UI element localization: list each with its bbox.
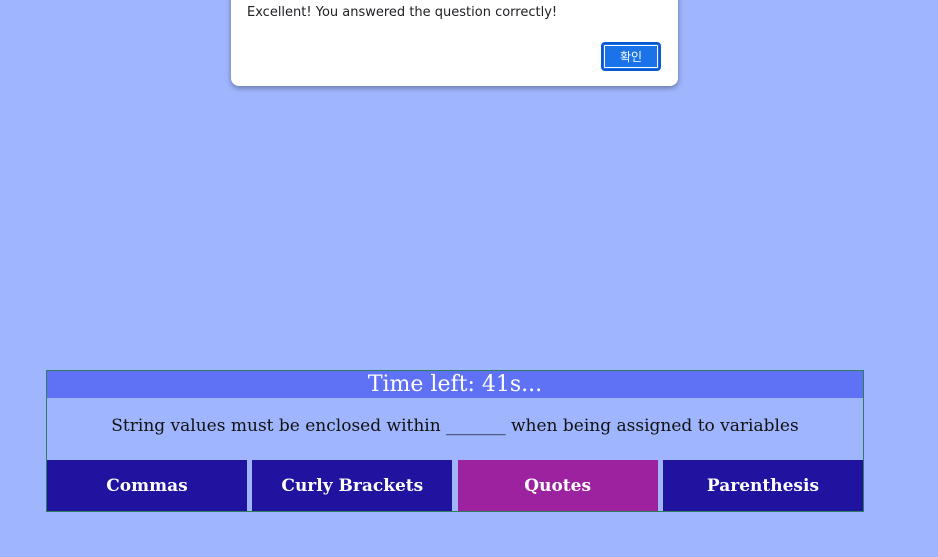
answer-options: Commas Curly Brackets Quotes Parenthesis	[47, 460, 863, 511]
answer-button-quotes[interactable]: Quotes	[457, 460, 658, 511]
quiz-card: Time left: 41s... String values must be …	[46, 370, 864, 512]
timer-display: Time left: 41s...	[47, 371, 863, 398]
alert-message: Excellent! You answered the question cor…	[247, 5, 558, 20]
answer-button-commas[interactable]: Commas	[47, 460, 247, 511]
question-text: String values must be enclosed within __…	[111, 416, 799, 436]
answer-button-curly-brackets[interactable]: Curly Brackets	[252, 460, 453, 511]
alert-dialog: Excellent! You answered the question cor…	[231, 0, 678, 86]
answer-button-parenthesis[interactable]: Parenthesis	[662, 460, 863, 511]
alert-ok-button[interactable]: 확인	[601, 42, 661, 71]
